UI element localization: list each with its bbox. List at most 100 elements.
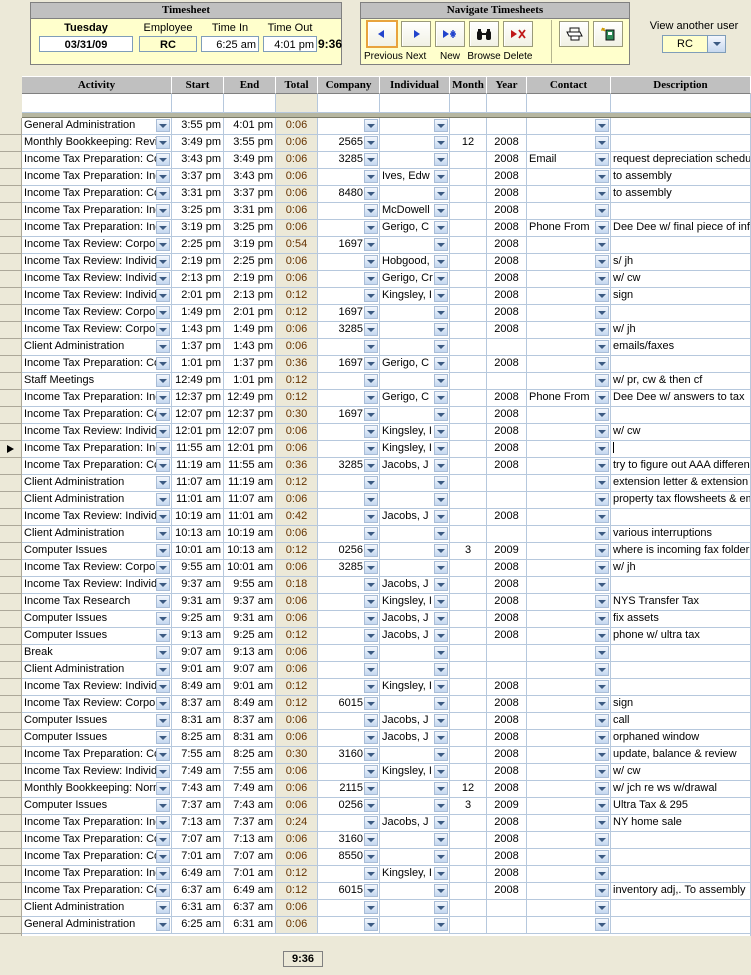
cell-end[interactable]: 8:25 am <box>224 747 276 764</box>
cell-activity[interactable]: Computer Issues <box>22 611 172 628</box>
cell-total[interactable]: 0:06 <box>276 254 318 271</box>
row-selector[interactable] <box>0 305 22 322</box>
chevron-down-icon[interactable] <box>595 884 609 897</box>
table-row[interactable]: Client Administration 11:01 am 11:07 am 0:0… <box>0 492 751 509</box>
cell-year[interactable]: 2008 <box>487 458 527 475</box>
cell-total[interactable]: 0:06 <box>276 713 318 730</box>
chevron-down-icon[interactable] <box>595 255 609 268</box>
cell-year[interactable]: 2009 <box>487 543 527 560</box>
cell-year[interactable]: 2008 <box>487 254 527 271</box>
cell-activity[interactable]: Computer Issues <box>22 713 172 730</box>
cell-activity[interactable]: Income Tax Review: Individu <box>22 764 172 781</box>
cell-year[interactable] <box>487 662 527 679</box>
cell-contact[interactable] <box>527 781 611 798</box>
column-header-month[interactable]: Month <box>450 76 487 94</box>
table-row[interactable]: Income Tax Preparation: Indi 6:49 am 7:01 … <box>0 866 751 883</box>
chevron-down-icon[interactable] <box>434 663 448 676</box>
cell-total[interactable]: 0:36 <box>276 458 318 475</box>
table-row[interactable]: Income Tax Review: Individu 8:49 am 9:01 a… <box>0 679 751 696</box>
cell-total[interactable]: 0:06 <box>276 271 318 288</box>
cell-end[interactable]: 6:31 am <box>224 917 276 934</box>
cell-end[interactable]: 2:01 pm <box>224 305 276 322</box>
chevron-down-icon[interactable] <box>434 459 448 472</box>
cell-activity[interactable]: Computer Issues <box>22 628 172 645</box>
cell-activity[interactable]: Computer Issues <box>22 730 172 747</box>
cell-month[interactable]: 3 <box>450 543 487 560</box>
chevron-down-icon[interactable] <box>364 221 378 234</box>
cell-month[interactable] <box>450 849 487 866</box>
cell-activity[interactable]: Income Tax Research <box>22 594 172 611</box>
chevron-down-icon[interactable] <box>595 408 609 421</box>
cell-total[interactable]: 0:12 <box>276 305 318 322</box>
cell-individual[interactable] <box>380 339 450 356</box>
cell-description[interactable]: w/ cw <box>611 764 751 781</box>
cell-start[interactable]: 1:49 pm <box>172 305 224 322</box>
cell-month[interactable] <box>450 203 487 220</box>
chevron-down-icon[interactable] <box>595 391 609 404</box>
cell-total[interactable]: 0:06 <box>276 798 318 815</box>
table-row[interactable]: Client Administration 11:07 am 11:19 am 0:1… <box>0 475 751 492</box>
chevron-down-icon[interactable] <box>364 306 378 319</box>
chevron-down-icon[interactable] <box>364 782 378 795</box>
cell-contact[interactable] <box>527 169 611 186</box>
new-button[interactable] <box>435 21 465 47</box>
cell-year[interactable]: 2008 <box>487 390 527 407</box>
cell-description[interactable]: sign <box>611 696 751 713</box>
cell-end[interactable]: 12:01 pm <box>224 441 276 458</box>
chevron-down-icon[interactable] <box>434 918 448 931</box>
cell-company[interactable]: 6015 <box>318 696 380 713</box>
chevron-down-icon[interactable] <box>595 187 609 200</box>
chevron-down-icon[interactable] <box>434 731 448 744</box>
chevron-down-icon[interactable] <box>364 357 378 370</box>
chevron-down-icon[interactable] <box>595 221 609 234</box>
cell-total[interactable]: 0:30 <box>276 407 318 424</box>
cell-company[interactable]: 1697 <box>318 237 380 254</box>
cell-end[interactable]: 6:37 am <box>224 900 276 917</box>
cell-end[interactable]: 7:49 am <box>224 781 276 798</box>
cell-start[interactable]: 3:31 pm <box>172 186 224 203</box>
chevron-down-icon[interactable] <box>595 612 609 625</box>
table-row[interactable]: Computer Issues 8:31 am 8:37 am 0:06 Jacobs,… <box>0 713 751 730</box>
cell-start[interactable]: 3:37 pm <box>172 169 224 186</box>
cell-activity[interactable]: Client Administration <box>22 900 172 917</box>
chevron-down-icon[interactable] <box>434 697 448 710</box>
row-selector[interactable] <box>0 407 22 424</box>
chevron-down-icon[interactable] <box>595 833 609 846</box>
cell-description[interactable]: s/ jh <box>611 254 751 271</box>
cell-description[interactable] <box>611 645 751 662</box>
cell-year[interactable]: 2008 <box>487 781 527 798</box>
cell-individual[interactable] <box>380 407 450 424</box>
chevron-down-icon[interactable] <box>595 782 609 795</box>
cell-month[interactable] <box>450 577 487 594</box>
cell-activity[interactable]: Monthly Bookkeeping: Norma <box>22 781 172 798</box>
cell-total[interactable]: 0:06 <box>276 781 318 798</box>
chevron-down-icon[interactable] <box>364 629 378 642</box>
cell-total[interactable]: 0:06 <box>276 645 318 662</box>
cell-company[interactable] <box>318 271 380 288</box>
cell-activity[interactable]: Income Tax Review: Individu <box>22 509 172 526</box>
cell-end[interactable]: 7:01 am <box>224 866 276 883</box>
cell-total[interactable]: 0:12 <box>276 679 318 696</box>
chevron-down-icon[interactable] <box>595 714 609 727</box>
cell-year[interactable]: 2008 <box>487 696 527 713</box>
cell-start[interactable]: 2:13 pm <box>172 271 224 288</box>
chevron-down-icon[interactable] <box>434 765 448 778</box>
cell-month[interactable] <box>450 271 487 288</box>
cell-contact[interactable] <box>527 560 611 577</box>
cell-activity[interactable]: Income Tax Preparation: Indi <box>22 220 172 237</box>
cell-start[interactable]: 7:43 am <box>172 781 224 798</box>
chevron-down-icon[interactable] <box>156 204 170 217</box>
cell-contact[interactable] <box>527 373 611 390</box>
cell-company[interactable] <box>318 390 380 407</box>
cell-year[interactable] <box>487 475 527 492</box>
cell-start[interactable]: 1:01 pm <box>172 356 224 373</box>
cell-description[interactable]: Dee Dee w/ final piece of inf <box>611 220 751 237</box>
cell-total[interactable]: 0:06 <box>276 764 318 781</box>
table-row[interactable]: Income Tax Review: Corpora 1:49 pm 2:01 pm… <box>0 305 751 322</box>
cell-month[interactable]: 3 <box>450 798 487 815</box>
chevron-down-icon[interactable] <box>156 867 170 880</box>
chevron-down-icon[interactable] <box>364 119 378 132</box>
cell-company[interactable] <box>318 169 380 186</box>
cell-start[interactable]: 9:31 am <box>172 594 224 611</box>
cell-activity[interactable]: General Administration <box>22 917 172 934</box>
